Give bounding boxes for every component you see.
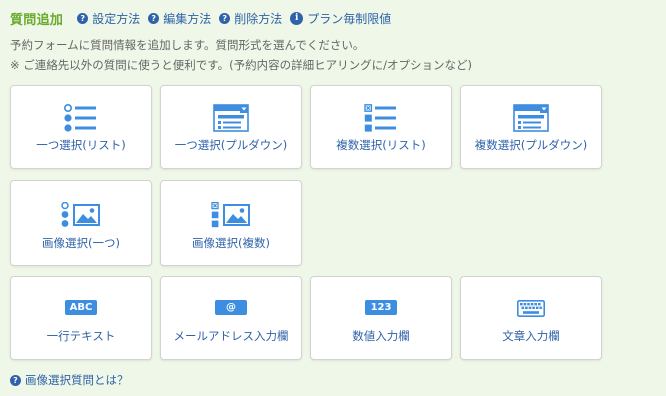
- card-email-field[interactable]: @ メールアドレス入力欄: [160, 276, 302, 360]
- delete-help-label: 削除方法: [234, 11, 283, 26]
- card-single-line-text[interactable]: ABC 一行テキスト: [10, 276, 152, 360]
- description-text: 予約フォームに質問情報を追加します。質問形式を選んでください。: [10, 38, 365, 52]
- card-label: 複数選択(プルダウン): [474, 138, 588, 152]
- plan-limits-label: プラン毎制限値: [307, 11, 392, 26]
- dropdown-window-icon: [461, 104, 601, 132]
- question-circle-icon: ?: [77, 12, 89, 24]
- radio-list-icon: [11, 104, 151, 132]
- card-image-multi-choice[interactable]: 画像選択(複数): [160, 180, 302, 266]
- question-circle-icon: ?: [219, 12, 231, 24]
- card-label: 一つ選択(リスト): [36, 138, 126, 152]
- card-label: 一つ選択(プルダウン): [174, 138, 288, 152]
- card-label: メールアドレス入力欄: [173, 329, 289, 343]
- plan-limits-link[interactable]: i プラン毎制限値: [290, 10, 391, 27]
- delete-help-link[interactable]: ? 削除方法: [219, 10, 282, 27]
- email-badge-icon: @: [215, 300, 247, 315]
- page-title: 質問追加: [10, 12, 64, 28]
- setup-help-link[interactable]: ? 設定方法: [77, 10, 140, 27]
- card-single-choice-list[interactable]: 一つ選択(リスト): [10, 85, 152, 169]
- card-label: 画像選択(複数): [192, 236, 270, 250]
- card-label: 文章入力欄: [502, 329, 560, 343]
- card-image-single-choice[interactable]: 画像選択(一つ): [10, 180, 152, 266]
- card-label: 画像選択(一つ): [42, 236, 120, 250]
- card-label: 一行テキスト: [46, 329, 116, 343]
- info-circle-icon: i: [290, 11, 304, 25]
- image-question-help-link[interactable]: ? 画像選択質問とは？: [10, 372, 129, 388]
- keyboard-icon: [461, 300, 601, 317]
- card-single-choice-dropdown[interactable]: 一つ選択(プルダウン): [160, 85, 302, 169]
- card-number-field[interactable]: 123 数値入力欄: [310, 276, 452, 360]
- edit-help-link[interactable]: ? 編集方法: [148, 10, 211, 27]
- radio-image-icon: [11, 202, 151, 228]
- card-label: 複数選択(リスト): [336, 138, 426, 152]
- header: 質問追加 ? 設定方法 ? 編集方法 ? 削除方法 i プラン毎制限値: [10, 8, 399, 28]
- card-label: 数値入力欄: [352, 329, 410, 343]
- question-circle-icon: ?: [10, 374, 21, 386]
- checkbox-image-icon: [161, 202, 301, 228]
- text-badge-icon: ABC: [65, 300, 97, 315]
- description-note: ※ ご連絡先以外の質問に使うと便利です。(予約内容の詳細ヒアリングに/オプション…: [10, 58, 472, 72]
- card-paragraph-field[interactable]: 文章入力欄: [460, 276, 602, 360]
- dropdown-window-icon: [161, 104, 301, 132]
- card-multi-choice-dropdown[interactable]: 複数選択(プルダウン): [460, 85, 602, 169]
- edit-help-label: 編集方法: [163, 11, 212, 26]
- checkbox-list-icon: [311, 104, 451, 132]
- question-circle-icon: ?: [148, 12, 160, 24]
- setup-help-label: 設定方法: [92, 11, 141, 26]
- card-multi-choice-list[interactable]: 複数選択(リスト): [310, 85, 452, 169]
- number-badge-icon: 123: [365, 300, 397, 315]
- image-question-help-label: 画像選択質問とは？: [25, 373, 129, 387]
